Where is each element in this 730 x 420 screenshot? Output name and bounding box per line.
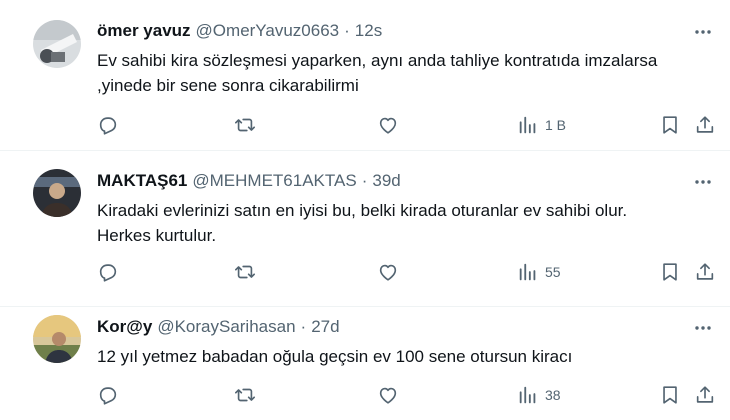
views-button[interactable]: 38: [517, 383, 561, 407]
like-button[interactable]: [377, 383, 399, 407]
retweet-button[interactable]: [234, 113, 256, 137]
user-handle[interactable]: @MEHMET61AKTAS: [192, 171, 356, 191]
tweet-text-line: Herkes kurtulur.: [97, 226, 217, 245]
display-name[interactable]: Kor@y: [97, 317, 152, 337]
views-count: 1 B: [545, 117, 567, 133]
more-icon[interactable]: [693, 172, 713, 192]
like-icon: [377, 114, 399, 136]
reply-icon: [97, 114, 119, 136]
tweet[interactable]: Kor@y @KoraySarihasan · 27d 12 yıl yetme…: [0, 307, 730, 420]
tweet-header: MAKTAŞ61 @MEHMET61AKTAS · 39d: [97, 171, 401, 191]
timestamp[interactable]: 39d: [372, 171, 400, 191]
bookmark-button[interactable]: [659, 383, 681, 407]
share-button[interactable]: [694, 260, 716, 284]
more-icon[interactable]: [693, 22, 713, 42]
tweet-text-line: Kiradaki evlerinizi satın en iyisi bu, b…: [97, 201, 628, 220]
share-button[interactable]: [694, 113, 716, 137]
retweet-button[interactable]: [234, 260, 256, 284]
action-bar: 38: [97, 383, 717, 407]
share-icon: [694, 384, 716, 406]
like-button[interactable]: [377, 113, 399, 137]
reply-icon: [97, 261, 119, 283]
views-button[interactable]: 55: [517, 260, 561, 284]
reply-button[interactable]: [97, 260, 119, 284]
tweet-text: Ev sahibi kira sözleşmesi yaparken, aynı…: [97, 48, 717, 98]
retweet-button[interactable]: [234, 383, 256, 407]
user-handle[interactable]: @KoraySarihasan: [157, 317, 295, 337]
tweet-text: Kiradaki evlerinizi satın en iyisi bu, b…: [97, 198, 717, 248]
tweet-header: ömer yavuz @OmerYavuz0663 · 12s: [97, 21, 382, 41]
separator-dot: ·: [361, 171, 368, 190]
views-count: 55: [545, 264, 561, 280]
user-handle[interactable]: @OmerYavuz0663: [196, 21, 340, 41]
share-icon: [694, 114, 716, 136]
retweet-icon: [234, 384, 256, 406]
separator-dot: ·: [344, 21, 350, 40]
avatar[interactable]: [33, 315, 81, 363]
tweet-text-line: ,yinede bir sene sonra cikarabilirmi: [97, 76, 359, 95]
share-button[interactable]: [694, 383, 716, 407]
timestamp[interactable]: 27d: [311, 317, 339, 337]
avatar[interactable]: [33, 169, 81, 217]
display-name[interactable]: ömer yavuz: [97, 21, 191, 41]
tweet-text-line: 12 yıl yetmez babadan oğula geçsin ev 10…: [97, 347, 573, 366]
bookmark-icon: [659, 114, 681, 136]
more-icon[interactable]: [693, 318, 713, 338]
bookmark-icon: [659, 384, 681, 406]
views-icon: [517, 261, 539, 283]
reply-icon: [97, 384, 119, 406]
tweet-text-line: Ev sahibi kira sözleşmesi yaparken, aynı…: [97, 51, 658, 70]
like-button[interactable]: [377, 260, 399, 284]
views-icon: [517, 114, 539, 136]
tweet[interactable]: ömer yavuz @OmerYavuz0663 · 12s Ev sahib…: [0, 0, 730, 150]
bookmark-button[interactable]: [659, 260, 681, 284]
reply-button[interactable]: [97, 113, 119, 137]
action-bar: 1 B: [97, 113, 717, 137]
views-count: 38: [545, 387, 561, 403]
separator-dot: ·: [300, 317, 307, 336]
retweet-icon: [234, 261, 256, 283]
views-icon: [517, 384, 539, 406]
action-bar: 55: [97, 260, 717, 284]
display-name[interactable]: MAKTAŞ61: [97, 171, 187, 191]
reply-feed: ömer yavuz @OmerYavuz0663 · 12s Ev sahib…: [0, 0, 730, 420]
like-icon: [377, 261, 399, 283]
retweet-icon: [234, 114, 256, 136]
tweet-header: Kor@y @KoraySarihasan · 27d: [97, 317, 340, 337]
tweet-text: 12 yıl yetmez babadan oğula geçsin ev 10…: [97, 344, 717, 369]
timestamp[interactable]: 12s: [355, 21, 382, 41]
bookmark-button[interactable]: [659, 113, 681, 137]
bookmark-icon: [659, 261, 681, 283]
avatar[interactable]: [33, 20, 81, 68]
tweet[interactable]: MAKTAŞ61 @MEHMET61AKTAS · 39d Kiradaki e…: [0, 151, 730, 306]
views-button[interactable]: 1 B: [517, 113, 566, 137]
share-icon: [694, 261, 716, 283]
like-icon: [377, 384, 399, 406]
reply-button[interactable]: [97, 383, 119, 407]
